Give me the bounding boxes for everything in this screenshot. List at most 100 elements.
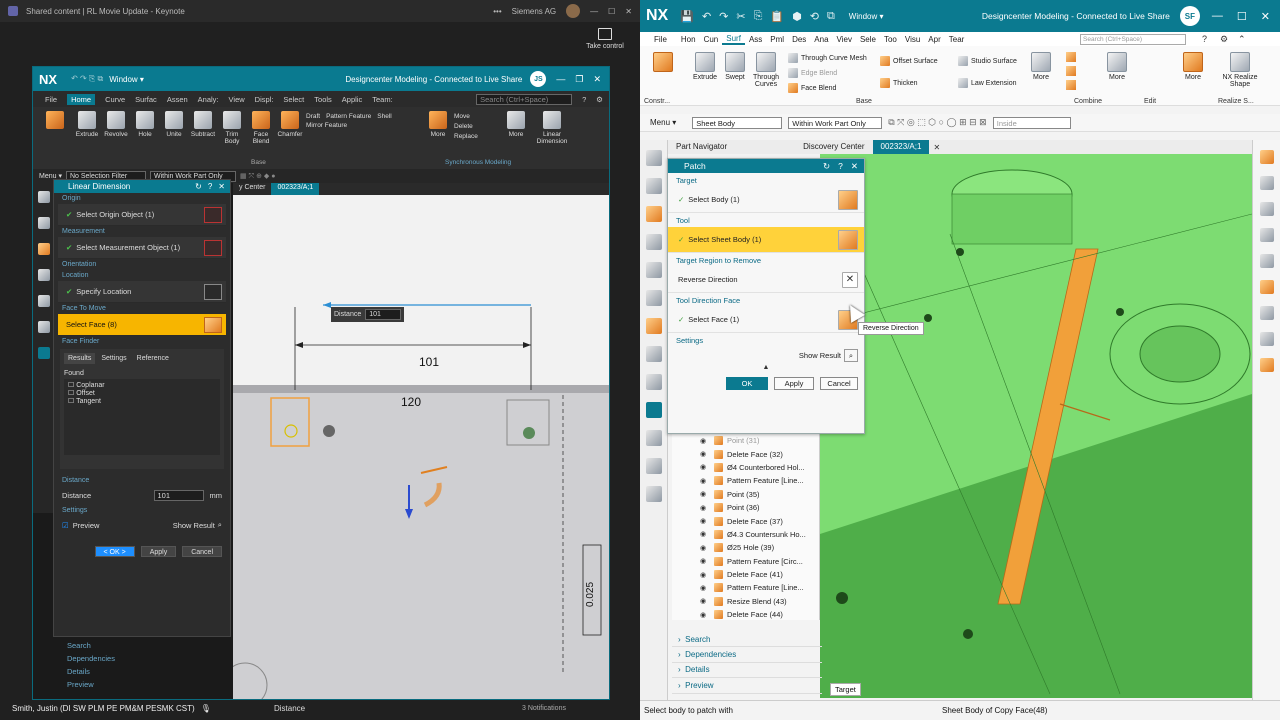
point-dialog-icon[interactable]	[204, 283, 222, 300]
tab-reference[interactable]: Reference	[133, 353, 173, 364]
tree-item[interactable]: ◉ Point (36)	[672, 501, 819, 514]
tree-item[interactable]: ◉ Point (35)	[672, 488, 819, 501]
through-curves-button[interactable]: Through Curves	[750, 52, 782, 88]
material-icon[interactable]	[1259, 150, 1274, 164]
delete-button[interactable]: Delete	[454, 123, 500, 130]
visibility-icon[interactable]: ◉	[700, 597, 706, 605]
reuse-library-icon[interactable]	[645, 290, 662, 306]
tree-item[interactable]: ◉ Delete Face (37)	[672, 514, 819, 527]
quick-access-icons[interactable]: ↶ ↷ ⎘ ⧉	[71, 74, 103, 84]
menu-assemblies[interactable]: Ass	[745, 35, 766, 44]
menu-select[interactable]: Sele	[856, 35, 880, 44]
tree-item[interactable]: ◉ Point (31)	[672, 434, 819, 447]
select-origin-row[interactable]: ✔ Select Origin Object (1)	[58, 204, 226, 226]
nav-details[interactable]: Details	[59, 665, 219, 678]
tree-item[interactable]: ◉ Pattern Feature [Line...	[672, 474, 819, 487]
visibility-icon[interactable]: ◉	[700, 544, 706, 552]
selection-filter[interactable]: Sheet Body	[692, 116, 783, 129]
menu-visual[interactable]: Visu	[901, 35, 924, 44]
move-button[interactable]: Move	[454, 113, 500, 120]
menu-curve[interactable]: Curve	[105, 95, 125, 104]
select-face-row[interactable]: Select Face (8)	[58, 314, 226, 336]
show-result-icon[interactable]: ⌕	[218, 520, 222, 530]
visibility-icon[interactable]: ◉	[700, 584, 706, 592]
maximize-icon[interactable]: ☐	[608, 7, 615, 16]
repeat-icon[interactable]: ⟲	[810, 10, 819, 23]
history-icon[interactable]	[38, 321, 50, 333]
notifications[interactable]: 3 Notifications	[522, 705, 566, 712]
reverse-direction-icon[interactable]: ✕	[842, 271, 858, 288]
tree-item[interactable]: ◉ Pattern Feature [Line...	[672, 581, 819, 594]
more-base-button[interactable]: More	[1028, 52, 1054, 81]
section-tool-direction-face[interactable]: Tool Direction Face	[668, 293, 864, 307]
visibility-icon[interactable]: ◉	[700, 437, 706, 445]
menu-view[interactable]: View	[229, 95, 245, 104]
menu-design[interactable]: Des	[788, 35, 810, 44]
section-settings[interactable]: Settings	[668, 333, 864, 347]
close-icon[interactable]: ✕	[218, 182, 225, 191]
tab-results[interactable]: Results	[64, 353, 96, 364]
swept-button[interactable]: Swept	[720, 52, 750, 81]
extrude-button[interactable]: Extrude	[690, 52, 720, 81]
minimize-icon[interactable]: —	[556, 74, 565, 85]
settings-icon[interactable]	[645, 150, 662, 166]
pattern-feature-button[interactable]: Pattern Feature	[326, 113, 371, 120]
paste-icon[interactable]: 📋	[770, 10, 784, 23]
more-sync-button[interactable]: More	[503, 111, 529, 138]
cancel-button[interactable]: Cancel	[182, 546, 222, 557]
hd3d-icon[interactable]	[645, 346, 662, 362]
maximize-icon[interactable]: ☐	[1237, 10, 1247, 23]
assembly-navigator-icon[interactable]	[645, 206, 662, 222]
found-item-coplanar[interactable]: ☐ Coplanar	[68, 381, 216, 389]
visibility-icon[interactable]	[1259, 176, 1274, 190]
face-blend-button[interactable]: Face Blend	[788, 83, 836, 93]
part-navigator-icon[interactable]	[38, 217, 50, 229]
history-icon[interactable]	[645, 430, 662, 446]
unite-button[interactable]: Unite	[161, 111, 187, 138]
subtract-button[interactable]: Subtract	[190, 111, 216, 138]
graphics-canvas[interactable]	[820, 154, 1252, 698]
section-settings[interactable]: Settings	[54, 505, 230, 516]
studio-surface-button[interactable]: Studio Surface	[958, 56, 1017, 66]
visibility-icon[interactable]: ◉	[700, 490, 706, 498]
close-icon[interactable]: ✕	[625, 7, 632, 16]
visibility-icon[interactable]: ◉	[700, 571, 706, 579]
tree-item[interactable]: ◉ Ø4 Counterbored Hol...	[672, 461, 819, 474]
constraints-button[interactable]	[648, 52, 678, 74]
window-menu[interactable]: Window ▾	[849, 12, 884, 21]
switch-window-icon[interactable]: ⧉	[827, 10, 835, 23]
trim-body-button[interactable]: Trim Body	[219, 111, 245, 145]
intersect-icon[interactable]	[1066, 80, 1076, 90]
nav-preview[interactable]: Preview	[59, 678, 219, 691]
tab-settings[interactable]: Settings	[97, 353, 130, 364]
ok-button[interactable]: < OK >	[94, 546, 135, 557]
menu-pmi[interactable]: Pml	[766, 35, 788, 44]
visibility-icon[interactable]: ◉	[700, 450, 706, 458]
help-icon[interactable]: ?	[208, 182, 212, 191]
alerts-icon[interactable]	[38, 295, 50, 307]
search-input[interactable]: Search (Ctrl+Space)	[476, 93, 573, 105]
expand-icon[interactable]: ▲	[668, 364, 864, 371]
specify-location-row[interactable]: ✔ Specify Location	[58, 281, 226, 303]
reuse-library-icon[interactable]	[38, 269, 50, 281]
face-icon[interactable]	[204, 316, 222, 333]
more-icon[interactable]: •••	[493, 7, 501, 16]
section-location[interactable]: Location	[54, 270, 230, 281]
settings-icon[interactable]	[38, 191, 50, 203]
select-origin-icon[interactable]	[204, 206, 222, 223]
unite-icon[interactable]	[1066, 52, 1076, 62]
show-result-icon[interactable]: ⌕	[844, 349, 858, 362]
tab-part[interactable]: 002323/A;1	[271, 183, 320, 195]
visibility-icon[interactable]: ◉	[700, 611, 706, 619]
menu-analysis[interactable]: Ana	[810, 35, 832, 44]
split-icon[interactable]	[1259, 306, 1274, 320]
tab-discovery-center[interactable]: Discovery Center	[795, 140, 872, 154]
close-icon[interactable]: ✕	[1261, 10, 1270, 23]
section-distance[interactable]: Distance	[54, 475, 230, 486]
process-studio-icon[interactable]	[645, 458, 662, 474]
teamcenter-icon[interactable]	[38, 347, 50, 359]
nav-search[interactable]: › Search	[672, 632, 822, 648]
redo-icon[interactable]: ↷	[719, 10, 728, 23]
alerts-icon[interactable]	[645, 262, 662, 278]
copy-icon[interactable]: ⎘	[754, 10, 763, 23]
